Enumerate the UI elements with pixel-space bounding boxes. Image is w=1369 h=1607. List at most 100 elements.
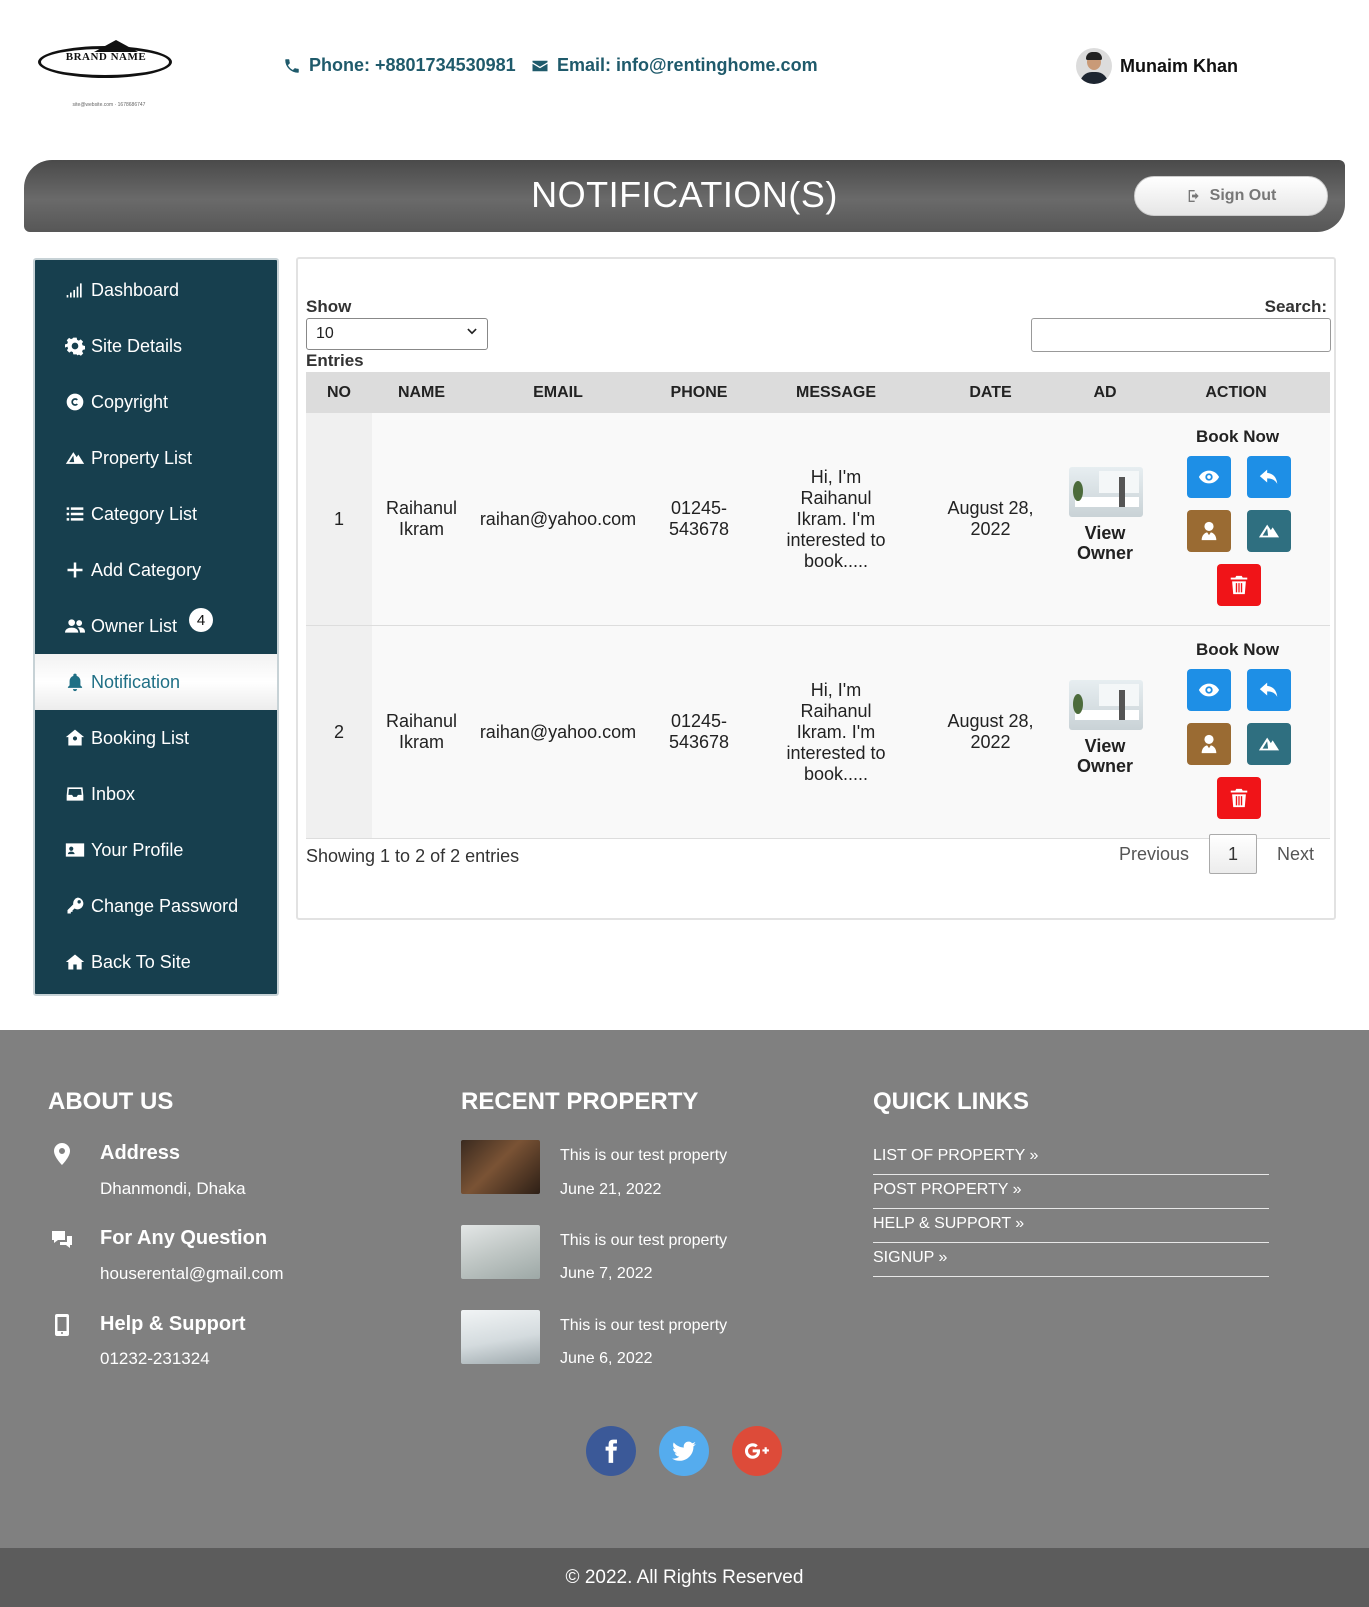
sidebar-item-owner-list[interactable]: Owner List 4 <box>35 598 277 654</box>
view-button[interactable] <box>1187 669 1231 711</box>
user-name: Munaim Khan <box>1120 55 1239 76</box>
mobile-phone-icon <box>50 1313 74 1337</box>
notifications-panel: Show 10 Entries Search: NO NAME EMAIL PH… <box>296 257 1336 920</box>
row-message: Hi, I'm Raihanul Ikram. I'm interested t… <box>786 466 886 571</box>
copyright-icon <box>66 393 84 411</box>
view-owner-link[interactable]: View Owner <box>1060 736 1150 776</box>
row-date: August 28, 2022 <box>947 711 1034 752</box>
recent-property-thumbnail[interactable] <box>461 1140 540 1194</box>
column-header[interactable]: AD <box>1062 372 1148 413</box>
property-button[interactable] <box>1247 723 1291 765</box>
sidebar-item-change-password[interactable]: Change Password <box>35 878 277 934</box>
sidebar-item-label: Your Profile <box>91 839 184 860</box>
reply-icon <box>1259 682 1278 697</box>
phone-contact[interactable]: Phone: +8801734530981 <box>283 55 516 76</box>
previous-page-button[interactable]: Previous <box>1119 844 1189 865</box>
entries-select[interactable]: 10 <box>306 318 488 350</box>
question-value[interactable]: houserental@gmail.com <box>100 1264 284 1284</box>
search-input[interactable] <box>1031 318 1331 352</box>
sidebar-item-back-to-site[interactable]: Back To Site <box>35 934 277 990</box>
phone-text: Phone: +8801734530981 <box>309 55 516 75</box>
row-date: August 28, 2022 <box>947 498 1034 539</box>
sidebar: Dashboard Site Details Copyright Propert… <box>33 258 279 996</box>
phone-icon <box>285 58 299 73</box>
column-header[interactable]: PHONE <box>645 372 753 413</box>
show-label: Show <box>306 297 352 316</box>
column-header[interactable]: NAME <box>372 372 471 413</box>
brand-logo[interactable]: BRAND NAME site@website.com · 1678686747 <box>36 38 176 108</box>
owner-profile-button[interactable] <box>1187 723 1231 765</box>
sign-out-label: Sign Out <box>1209 187 1277 204</box>
signal-bars-icon <box>66 283 82 298</box>
sidebar-item-category-list[interactable]: Category List <box>35 486 277 542</box>
entries-select-value: 10 <box>316 325 334 342</box>
recent-property-title[interactable]: This is our test property <box>560 1232 727 1250</box>
view-owner-link[interactable]: View Owner <box>1060 523 1150 563</box>
sidebar-item-label: Owner List <box>91 615 178 636</box>
sidebar-item-notification[interactable]: Notification <box>35 654 277 710</box>
quick-link-post-property[interactable]: POST PROPERTY » <box>873 1175 1269 1209</box>
about-heading: ABOUT US <box>48 1088 174 1115</box>
twitter-icon <box>672 1441 696 1461</box>
owner-count-badge: 4 <box>189 608 214 632</box>
sign-out-button[interactable]: Sign Out <box>1134 176 1328 216</box>
recent-property-date: June 6, 2022 <box>560 1350 653 1367</box>
mountain-icon <box>65 452 85 464</box>
list-icon <box>66 507 84 521</box>
sidebar-item-booking-list[interactable]: Booking List <box>35 710 277 766</box>
quick-link-list-of-property[interactable]: LIST OF PROPERTY » <box>873 1141 1269 1175</box>
house-user-icon <box>65 729 85 746</box>
help-value: 01232-231324 <box>100 1349 210 1368</box>
recent-property-title[interactable]: This is our test property <box>560 1147 727 1165</box>
next-page-button[interactable]: Next <box>1277 844 1314 865</box>
recent-property-thumbnail[interactable] <box>461 1310 540 1364</box>
column-header[interactable]: DATE <box>919 372 1062 413</box>
sign-out-icon <box>1188 190 1199 202</box>
recent-property-thumbnail[interactable] <box>461 1225 540 1279</box>
view-button[interactable] <box>1187 456 1231 498</box>
owner-profile-button[interactable] <box>1187 510 1231 552</box>
ad-thumbnail[interactable] <box>1069 467 1143 517</box>
row-email: raihan@yahoo.com <box>479 508 637 529</box>
recent-property-title[interactable]: This is our test property <box>560 1317 727 1335</box>
email-contact[interactable]: Email: info@rentinghome.com <box>531 55 818 76</box>
user-tie-icon <box>1201 734 1217 754</box>
row-phone: 01245-543678 <box>668 498 730 539</box>
row-email: raihan@yahoo.com <box>479 721 637 742</box>
property-button[interactable] <box>1247 510 1291 552</box>
page-title-banner: NOTIFICATION(S) Sign Out <box>24 160 1345 232</box>
map-marker-icon <box>50 1142 74 1166</box>
book-now-label: Book Now <box>1196 427 1280 446</box>
reply-button[interactable] <box>1247 669 1291 711</box>
back-arrow-icon <box>65 954 85 970</box>
address-value: Dhanmondi, Dhaka <box>100 1179 246 1198</box>
twitter-button[interactable] <box>659 1426 709 1476</box>
sidebar-item-site-details[interactable]: Site Details <box>35 318 277 374</box>
row-number: 2 <box>333 721 344 742</box>
copyright-bar: © 2022. All Rights Reserved <box>0 1548 1369 1607</box>
delete-button[interactable] <box>1217 777 1261 819</box>
column-header[interactable]: MESSAGE <box>753 372 919 413</box>
sidebar-item-dashboard[interactable]: Dashboard <box>35 262 277 318</box>
sidebar-item-label: Property List <box>91 447 193 468</box>
quick-link-signup[interactable]: SIGNUP » <box>873 1243 1269 1277</box>
sidebar-item-add-category[interactable]: Add Category <box>35 542 277 598</box>
sidebar-item-your-profile[interactable]: Your Profile <box>35 822 277 878</box>
sidebar-item-copyright[interactable]: Copyright <box>35 374 277 430</box>
inbox-icon <box>66 787 84 801</box>
google-plus-button[interactable] <box>732 1426 782 1476</box>
sidebar-item-property-list[interactable]: Property List <box>35 430 277 486</box>
column-header[interactable]: ACTION <box>1148 372 1324 413</box>
column-header[interactable]: EMAIL <box>471 372 645 413</box>
page-1-button[interactable]: 1 <box>1208 834 1257 874</box>
quick-link-help-support[interactable]: HELP & SUPPORT » <box>873 1209 1269 1243</box>
delete-button[interactable] <box>1217 564 1261 606</box>
sidebar-item-inbox[interactable]: Inbox <box>35 766 277 822</box>
ad-thumbnail[interactable] <box>1069 680 1143 730</box>
user-menu[interactable]: Munaim Khan <box>1076 48 1238 84</box>
facebook-button[interactable] <box>586 1426 636 1476</box>
copyright-text: © 2022. All Rights Reserved <box>565 1566 804 1588</box>
reply-button[interactable] <box>1247 456 1291 498</box>
mountain-icon <box>1258 737 1280 751</box>
column-header[interactable]: NO <box>306 372 372 413</box>
